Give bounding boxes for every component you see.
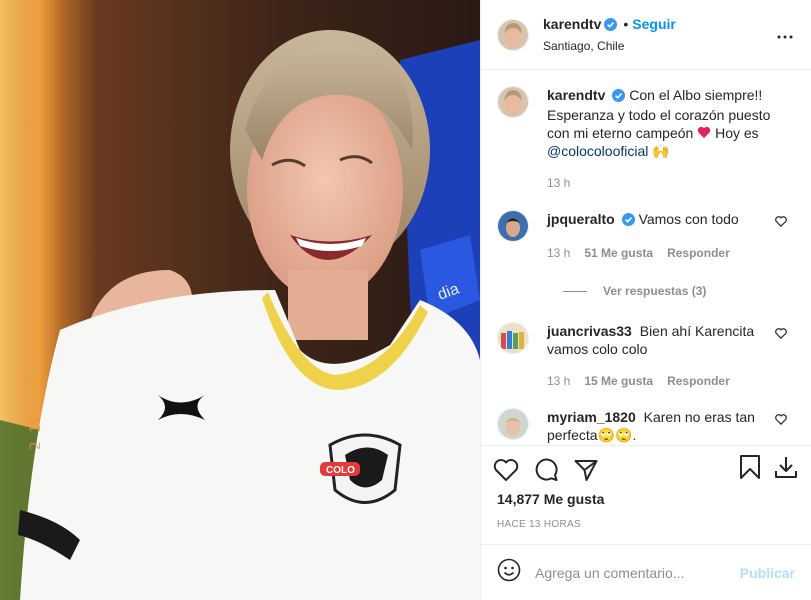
svg-text:2 19: 2 19 xyxy=(28,416,44,450)
svg-text:COLO: COLO xyxy=(326,465,355,476)
caption: karendtv Con el Albo siempre!! Esperanza… xyxy=(497,86,795,192)
caption-mention[interactable]: @colocolooficial xyxy=(547,143,648,159)
share-paper-plane-icon[interactable] xyxy=(573,457,599,483)
caption-username[interactable]: karendtv xyxy=(547,87,605,103)
view-replies-button[interactable]: Ver respuestas (3) xyxy=(563,284,795,298)
post-location[interactable]: Santiago, Chile xyxy=(543,39,676,53)
commenter-avatar[interactable] xyxy=(497,210,529,242)
author-username[interactable]: karendtv xyxy=(543,16,601,32)
post-timestamp[interactable]: HACE 13 HORAS xyxy=(481,519,811,530)
comment-text: Vamos con todo xyxy=(638,211,739,227)
comment-username[interactable]: juancrivas33 xyxy=(547,323,632,339)
comment-likes[interactable]: 15 Me gusta xyxy=(584,372,653,390)
verified-icon xyxy=(604,18,618,36)
verified-icon xyxy=(621,212,635,230)
comment-time[interactable]: 13 h xyxy=(547,372,570,390)
separator-dot: • xyxy=(623,16,629,32)
commenter-avatar[interactable] xyxy=(497,408,529,440)
emoji-picker-icon[interactable] xyxy=(497,558,521,587)
red-heart-emoji-icon xyxy=(697,125,711,141)
like-comment-heart-icon[interactable] xyxy=(775,214,787,232)
post-modal: dia COLO 2 19 karendtv • Seguir Santiago… xyxy=(0,0,811,600)
comment-time[interactable]: 13 h xyxy=(547,244,570,262)
more-options-icon[interactable] xyxy=(777,26,793,44)
post-sidebar: karendtv • Seguir Santiago, Chile karendt… xyxy=(480,0,811,600)
like-comment-heart-icon[interactable] xyxy=(775,326,787,344)
view-replies-label: Ver respuestas (3) xyxy=(603,284,707,298)
comment: jpqueralto Vamos con todo 13 h 51 Me gus… xyxy=(497,210,795,262)
author-avatar[interactable] xyxy=(497,18,529,51)
hands-emoji-icon: 🙌 xyxy=(652,143,670,159)
caption-avatar[interactable] xyxy=(497,86,529,118)
likes-count[interactable]: 14,877 Me gusta xyxy=(481,491,811,507)
comment-bubble-icon[interactable] xyxy=(533,457,559,483)
comment: juancrivas33 Bien ahí Karencita vamos co… xyxy=(497,322,795,390)
publish-button[interactable]: Publicar xyxy=(740,565,795,581)
comment-input[interactable]: Agrega un comentario... xyxy=(535,565,740,581)
reply-button[interactable]: Responder xyxy=(667,372,730,390)
replies-divider xyxy=(563,290,587,292)
verified-icon xyxy=(612,88,626,106)
follow-button[interactable]: Seguir xyxy=(632,16,676,32)
comment-likes[interactable]: 51 Me gusta xyxy=(584,244,653,262)
download-icon[interactable] xyxy=(773,454,799,485)
reply-button[interactable]: Responder xyxy=(667,244,730,262)
comment-username[interactable]: jpqueralto xyxy=(547,211,615,227)
post-photo[interactable]: dia COLO 2 19 xyxy=(0,0,480,600)
post-image: dia COLO 2 19 xyxy=(0,0,480,600)
caption-time[interactable]: 13 h xyxy=(547,174,570,192)
comment-username[interactable]: myriam_1820 xyxy=(547,409,636,425)
caption-text-after: Hoy es xyxy=(715,125,759,141)
add-comment-bar: Agrega un comentario... Publicar xyxy=(481,544,811,600)
save-bookmark-icon[interactable] xyxy=(739,454,761,485)
like-heart-icon[interactable] xyxy=(493,458,519,482)
like-comment-heart-icon[interactable] xyxy=(775,412,787,430)
comments-list[interactable]: karendtv Con el Albo siempre!! Esperanza… xyxy=(481,70,811,445)
commenter-avatar[interactable] xyxy=(497,322,529,354)
comment: myriam_1820 Karen no eras tan perfecta🙄🙄… xyxy=(497,408,795,444)
post-header: karendtv • Seguir Santiago, Chile xyxy=(481,0,811,70)
action-bar xyxy=(481,445,811,493)
